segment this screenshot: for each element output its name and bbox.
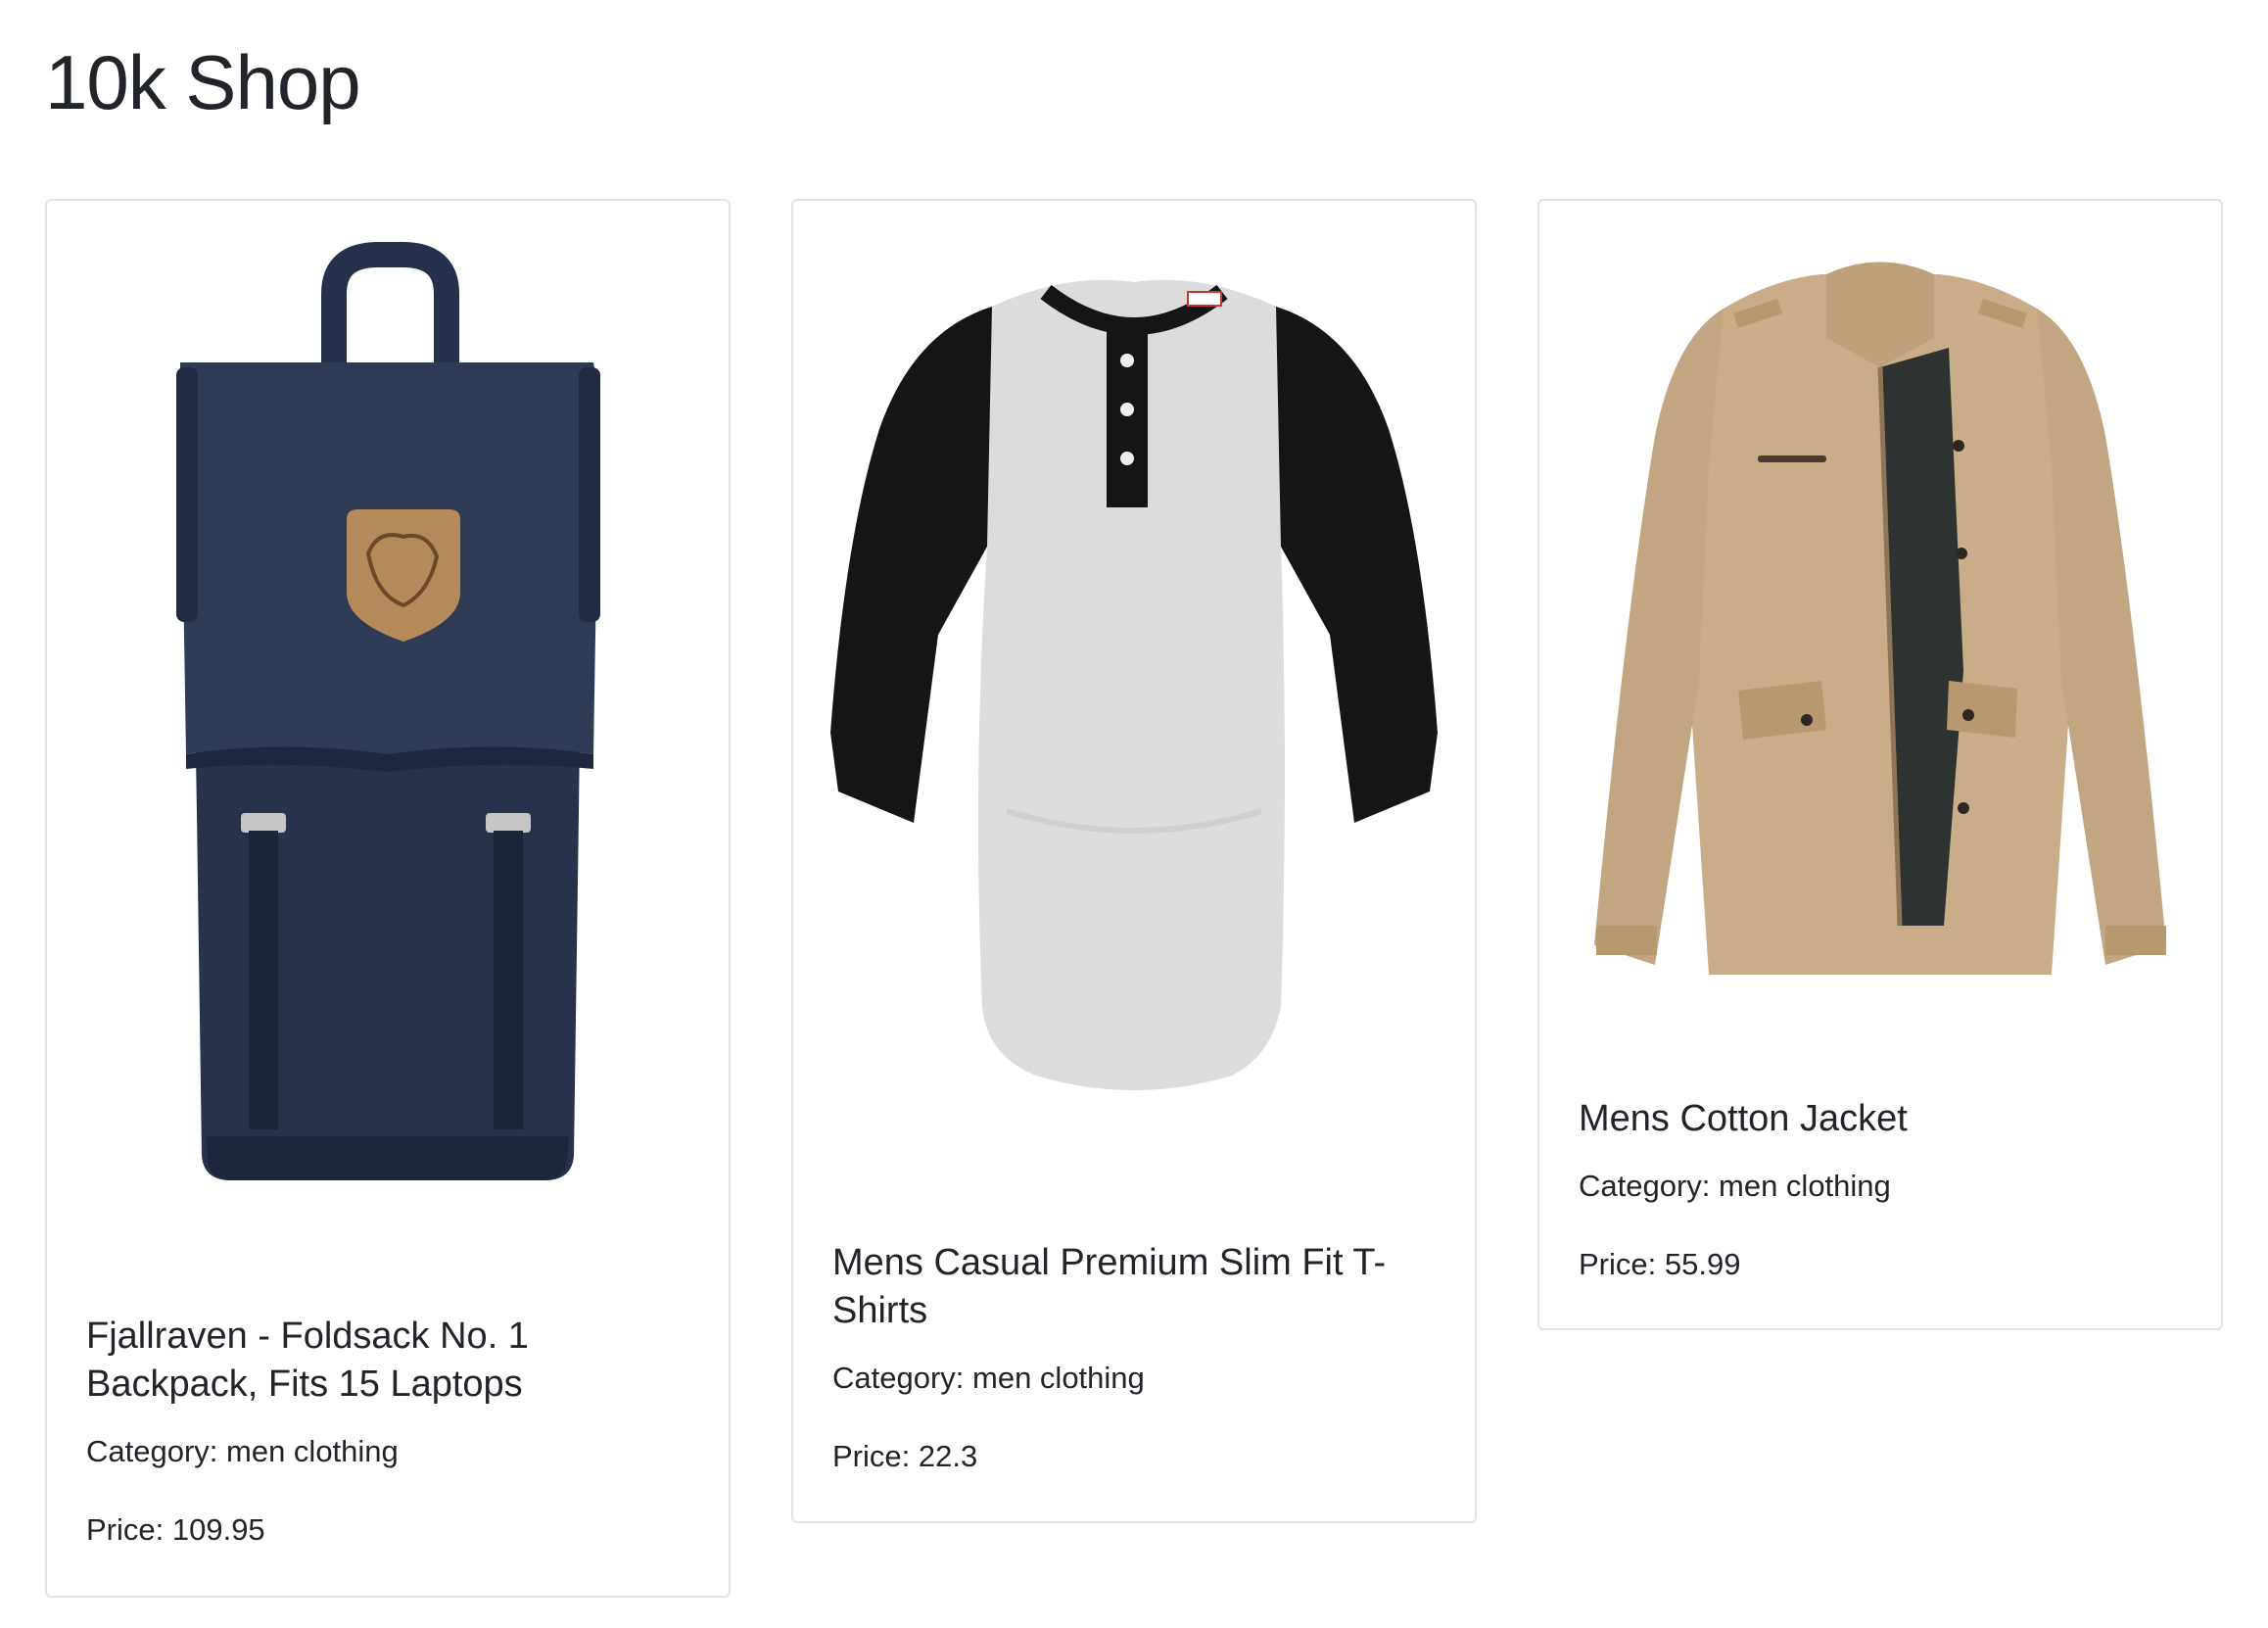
product-card[interactable]: Mens Casual Premium Slim Fit T-Shirts Ca… [791, 199, 1477, 1523]
price-label: Price: [1579, 1247, 1665, 1281]
product-price: Price: 22.3 [832, 1437, 1436, 1476]
product-image[interactable] [1539, 201, 2221, 1024]
price-value: 22.3 [918, 1439, 978, 1473]
product-card-body: Mens Cotton Jacket Category: men clothin… [1579, 1095, 2182, 1284]
product-card[interactable]: Mens Cotton Jacket Category: men clothin… [1537, 199, 2223, 1330]
product-price: Price: 55.99 [1579, 1245, 2182, 1284]
product-title[interactable]: Fjallraven - Foldsack No. 1 Backpack, Fi… [86, 1313, 689, 1409]
product-card[interactable]: Fjallraven - Foldsack No. 1 Backpack, Fi… [45, 199, 731, 1598]
category-value: men clothing [1719, 1169, 1891, 1203]
product-image[interactable] [47, 201, 729, 1239]
product-card-body: Fjallraven - Foldsack No. 1 Backpack, Fi… [86, 1313, 689, 1550]
product-category: Category: men clothing [1579, 1167, 2182, 1206]
category-label: Category: [1579, 1169, 1720, 1203]
price-value: 55.99 [1664, 1247, 1741, 1281]
product-title[interactable]: Mens Cotton Jacket [1579, 1095, 2182, 1143]
page-title: 10k Shop [45, 39, 361, 125]
jacket-image [1594, 262, 2166, 975]
price-label: Price: [86, 1512, 172, 1547]
product-category: Category: men clothing [832, 1359, 1436, 1398]
raglan-shirt-image [830, 279, 1438, 1090]
product-price: Price: 109.95 [86, 1510, 689, 1550]
category-value: men clothing [972, 1361, 1145, 1395]
category-label: Category: [86, 1434, 227, 1468]
price-label: Price: [832, 1439, 919, 1473]
backpack-image [176, 242, 600, 1180]
product-category: Category: men clothing [86, 1432, 689, 1471]
product-card-body: Mens Casual Premium Slim Fit T-Shirts Ca… [832, 1239, 1436, 1476]
product-image[interactable] [793, 201, 1475, 1166]
product-title[interactable]: Mens Casual Premium Slim Fit T-Shirts [832, 1239, 1436, 1335]
category-label: Category: [832, 1361, 973, 1395]
price-value: 109.95 [171, 1512, 265, 1547]
category-value: men clothing [226, 1434, 399, 1468]
